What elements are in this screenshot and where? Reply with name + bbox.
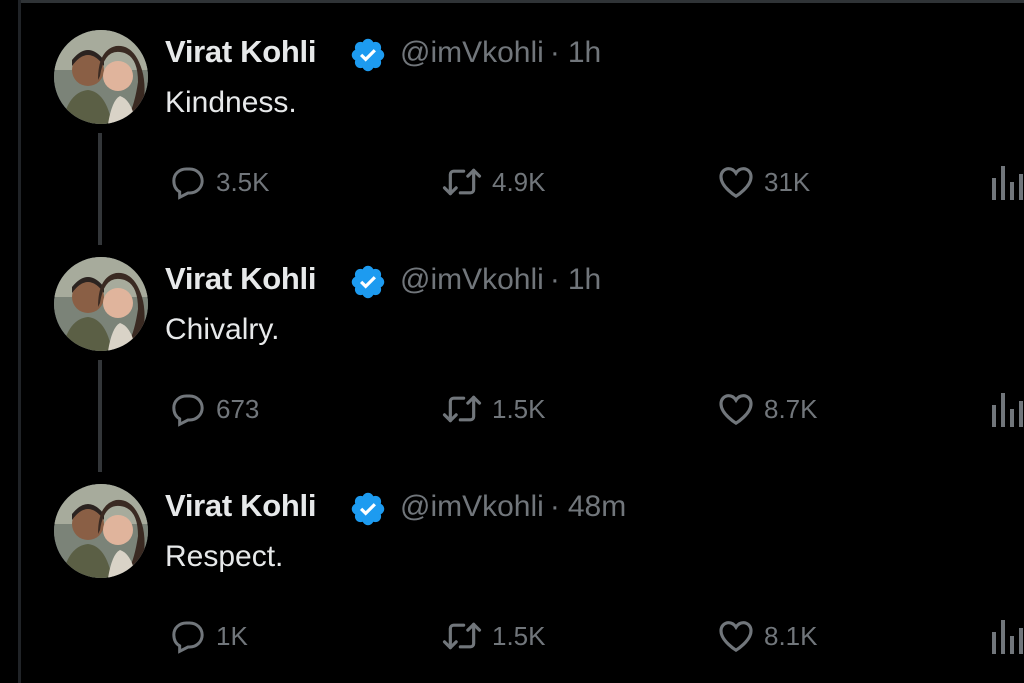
tweet[interactable]: Virat Kohli @imVkohli · 1h Kindness. 3.5K … — [0, 0, 1024, 245]
author-name[interactable]: Virat Kohli — [165, 261, 316, 297]
retweet-icon — [442, 395, 482, 423]
views-chart-icon — [992, 166, 1023, 200]
heart-icon — [719, 167, 753, 199]
timestamp[interactable]: 48m — [568, 490, 626, 523]
retweet-count: 1.5K — [492, 620, 546, 651]
views-button[interactable] — [990, 616, 1024, 656]
like-count: 8.7K — [764, 393, 818, 424]
reply-icon — [172, 394, 204, 427]
tweet-meta: @imVkohli · 48m — [400, 490, 626, 524]
reply-button[interactable]: 1K — [168, 616, 248, 656]
retweet-count: 1.5K — [492, 393, 546, 424]
reply-count: 3.5K — [216, 166, 270, 197]
retweet-icon — [442, 168, 482, 196]
like-count: 31K — [764, 166, 811, 197]
like-button[interactable]: 31K — [716, 162, 810, 202]
separator: · — [549, 490, 560, 523]
reply-count: 673 — [216, 393, 260, 424]
verified-badge-icon — [351, 492, 385, 526]
views-chart-icon — [992, 620, 1023, 654]
heart-icon — [719, 394, 753, 426]
avatar[interactable] — [54, 257, 148, 351]
timestamp[interactable]: 1h — [568, 36, 601, 69]
reply-button[interactable]: 673 — [168, 389, 259, 429]
reply-button[interactable]: 3.5K — [168, 162, 270, 202]
tweet-text: Chivalry. — [165, 313, 280, 346]
views-button[interactable] — [990, 389, 1024, 429]
tweet-text: Kindness. — [165, 86, 297, 119]
retweet-button[interactable]: 4.9K — [440, 162, 546, 202]
reply-icon — [172, 167, 204, 200]
tweet-text: Respect. — [165, 540, 284, 573]
views-button[interactable] — [990, 162, 1024, 202]
retweet-button[interactable]: 1.5K — [440, 389, 546, 429]
separator: · — [549, 36, 560, 69]
avatar[interactable] — [54, 484, 148, 578]
separator: · — [549, 263, 560, 296]
tweet[interactable]: Virat Kohli @imVkohli · 1h Chivalry. 673 1… — [0, 227, 1024, 472]
like-button[interactable]: 8.1K — [716, 616, 818, 656]
retweet-button[interactable]: 1.5K — [440, 616, 546, 656]
retweet-count: 4.9K — [492, 166, 546, 197]
reply-count: 1K — [216, 620, 248, 651]
avatar[interactable] — [54, 30, 148, 124]
author-name[interactable]: Virat Kohli — [165, 34, 316, 70]
author-handle[interactable]: @imVkohli — [400, 490, 544, 523]
tweet[interactable]: Virat Kohli @imVkohli · 48m Respect. 1K 1.… — [0, 454, 1024, 681]
tweet-meta: @imVkohli · 1h — [400, 263, 601, 297]
reply-icon — [172, 621, 204, 654]
views-chart-icon — [992, 393, 1023, 427]
author-handle[interactable]: @imVkohli — [400, 36, 544, 69]
author-name[interactable]: Virat Kohli — [165, 488, 316, 524]
retweet-icon — [442, 622, 482, 650]
verified-badge-icon — [351, 38, 385, 72]
author-handle[interactable]: @imVkohli — [400, 263, 544, 296]
heart-icon — [719, 621, 753, 653]
timestamp[interactable]: 1h — [568, 263, 601, 296]
like-count: 8.1K — [764, 620, 818, 651]
like-button[interactable]: 8.7K — [716, 389, 818, 429]
tweet-meta: @imVkohli · 1h — [400, 36, 601, 70]
verified-badge-icon — [351, 265, 385, 299]
